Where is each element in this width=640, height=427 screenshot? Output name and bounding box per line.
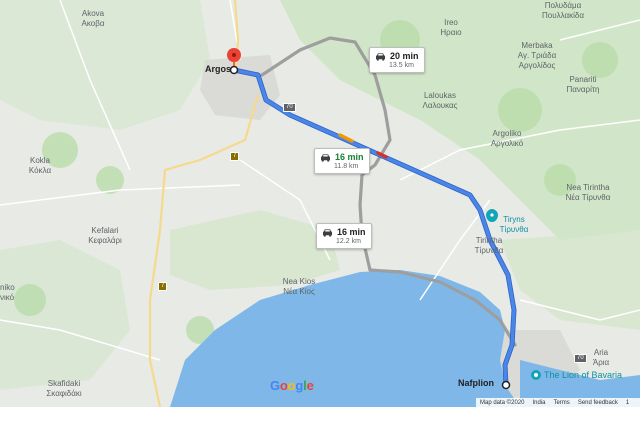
google-logo: Google bbox=[270, 378, 314, 393]
place-ireo: Ireo Ηραιο bbox=[440, 18, 462, 37]
place-tirintha: Tirintha Τίρυνθα bbox=[474, 236, 504, 255]
place-panariti: Panariti Παναρίτη bbox=[566, 75, 600, 94]
route-time: 16 min bbox=[337, 227, 366, 237]
route-time: 20 min bbox=[390, 51, 419, 61]
route-distance: 11.8 km bbox=[334, 163, 359, 170]
route-70-shield-east: 70 bbox=[574, 354, 587, 363]
place-laloukas: Laloukas Λαλουκας bbox=[422, 91, 458, 110]
route-distance: 12.2 km bbox=[336, 238, 361, 245]
place-aria: Aria Άρια bbox=[592, 348, 610, 367]
route-70-shield: 70 bbox=[283, 103, 296, 112]
city-nafplion[interactable]: Nafplion bbox=[458, 378, 494, 388]
send-feedback-link[interactable]: Send feedback bbox=[578, 400, 618, 406]
poi-lion-of-bavaria[interactable]: The Lion of Bavaria bbox=[544, 370, 622, 380]
car-icon bbox=[323, 228, 332, 237]
place-kokla: Kokla Κόκλα bbox=[28, 156, 52, 175]
place-poulakida: Πολυδάμα Πουλλακίδα bbox=[542, 1, 584, 20]
route-option-16min-coast[interactable]: 16 min 12.2 km bbox=[316, 223, 372, 249]
place-kefalari: Kefalari Κεφαλάρι bbox=[88, 226, 122, 245]
car-icon bbox=[376, 52, 385, 61]
bottom-strip bbox=[0, 407, 640, 427]
city-argos[interactable]: Argos bbox=[205, 64, 231, 74]
poi-tiryns[interactable]: Tiryns Τίρυνθα bbox=[500, 215, 529, 235]
map-data-attribution: Map data ©2020 bbox=[480, 399, 525, 406]
country-link[interactable]: India bbox=[532, 400, 545, 406]
route-7-shield-south: 7 bbox=[158, 282, 168, 291]
place-merbaka: Merbaka Αγ. Τριάδα Αργολίδος bbox=[517, 41, 557, 70]
place-niko: niko νικό bbox=[0, 283, 15, 302]
destination-marker-icon bbox=[501, 380, 511, 390]
route-distance: 13.5 km bbox=[389, 62, 414, 69]
place-argoliko: Argoliko Αργολικό bbox=[490, 129, 524, 148]
place-nea-kios: Nea Kios Νέα Κίος bbox=[282, 277, 316, 296]
route-option-16min-selected[interactable]: 16 min 11.8 km bbox=[314, 148, 370, 174]
route-option-20min[interactable]: 20 min 13.5 km bbox=[369, 47, 425, 73]
scale-label: 1 bbox=[625, 399, 630, 406]
car-icon bbox=[321, 153, 330, 162]
terms-link[interactable]: Terms bbox=[553, 400, 569, 406]
map-canvas[interactable]: Akova Ακοβα Ireo Ηραιο Πολυδάμα Πουλλακίδα … bbox=[0, 0, 640, 427]
place-akova: Akova Ακοβα bbox=[81, 9, 105, 28]
place-nea-tirintha: Nea Tirintha Νέα Τίρυνθα bbox=[565, 183, 611, 202]
map-footer: Map data ©2020 India Terms Send feedback… bbox=[476, 398, 640, 407]
route-7-shield: 7 bbox=[230, 152, 240, 161]
route-time: 16 min bbox=[335, 152, 364, 162]
place-skafidaki: Skafidaki Σκαφιδάκι bbox=[46, 379, 82, 398]
